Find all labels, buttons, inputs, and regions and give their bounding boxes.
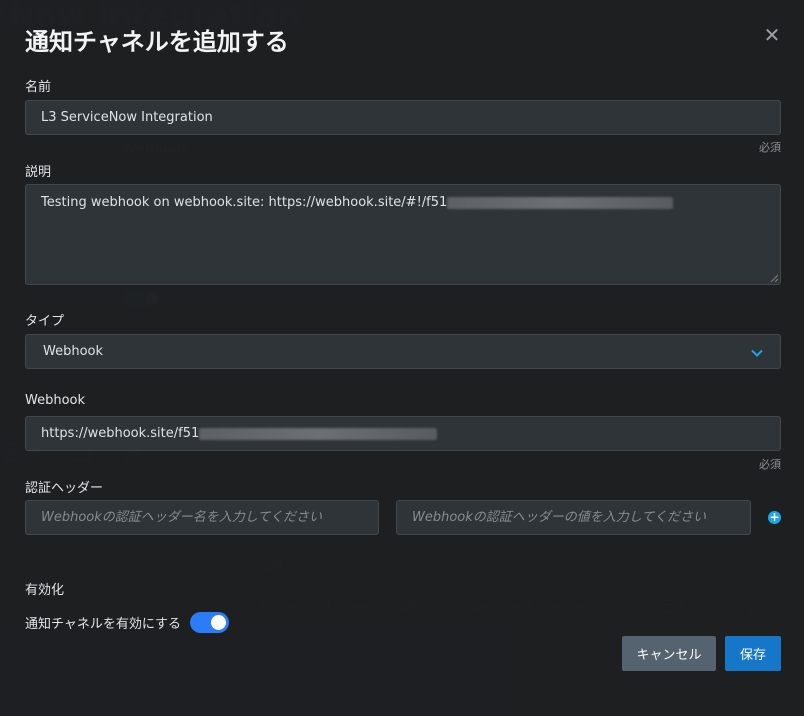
chevron-down-icon [751,349,763,357]
type-selected-value: Webhook [43,344,104,359]
resize-grip-icon[interactable] [770,274,778,282]
auth-header-value-input[interactable] [396,500,751,535]
auth-header-name-input[interactable] [25,500,379,535]
toggle-knob [211,615,226,630]
webhook-url-input[interactable]: https://webhook.site/f51 [25,416,781,451]
description-textarea[interactable]: Testing webhook on webhook.site: https:/… [25,184,781,285]
description-label: 説明 [25,165,52,180]
close-button[interactable]: ✕ [760,24,784,48]
name-input[interactable] [25,100,781,135]
type-select[interactable]: Webhook [25,334,781,369]
name-required-note: 必須 [759,141,781,154]
modal-title: 通知チャネルを追加する [25,28,289,56]
webhook-label: Webhook [25,393,86,408]
enable-toggle-label: 通知チャネルを有効にする [25,617,182,632]
enable-channel-toggle[interactable] [190,612,229,633]
redacted-url [199,427,438,440]
add-header-icon[interactable]: + [768,511,781,524]
auth-header-label: 認証ヘッダー [25,481,104,496]
name-label: 名前 [25,80,52,95]
close-icon: ✕ [763,25,781,47]
enable-section-label: 有効化 [25,583,65,598]
type-label: タイプ [25,314,65,329]
webhook-url-text: https://webhook.site/f51 [41,426,200,441]
redacted-text [447,196,674,209]
description-text: Testing webhook on webhook.site: https:/… [41,195,448,210]
webhook-required-note: 必須 [759,458,781,471]
add-notification-channel-modal: 通知チャネルを追加する ✕ 名前 必須 説明 Testing webhook o… [0,0,804,716]
save-button[interactable]: 保存 [725,636,781,671]
cancel-button[interactable]: キャンセル [622,636,716,671]
